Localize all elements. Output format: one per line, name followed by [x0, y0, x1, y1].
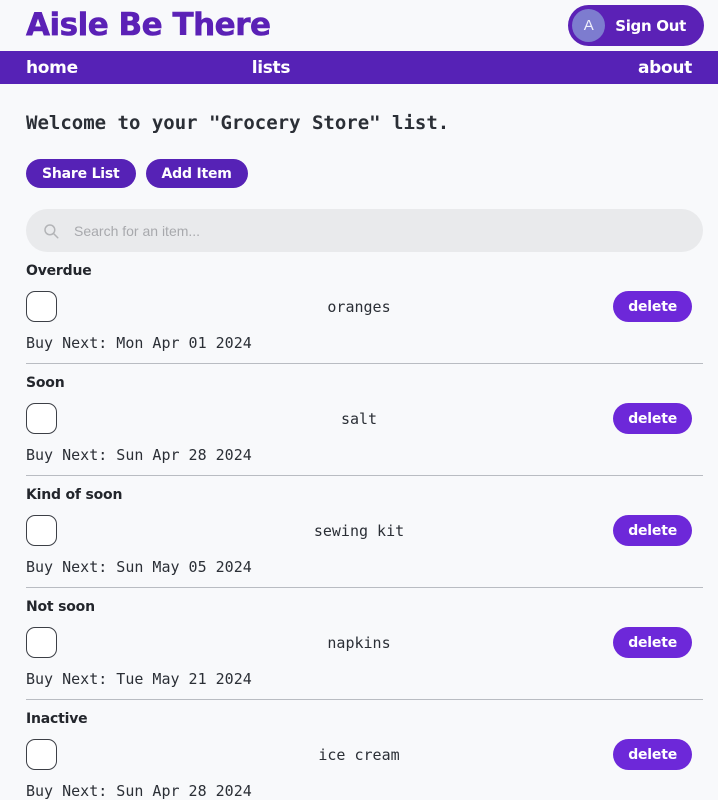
item-name: ice cream [318, 745, 400, 764]
buy-next-date: Buy Next: Tue May 21 2024 [26, 670, 252, 688]
nav-item-home[interactable]: home [26, 58, 78, 78]
action-button-row: Share List Add Item [26, 159, 692, 188]
group-label: Not soon [26, 599, 95, 615]
item-checkbox[interactable] [26, 739, 57, 770]
header-actions: A Sign Out [568, 5, 704, 46]
item-group: Kind of soon sewing kit delete Buy Next: Su… [26, 476, 703, 588]
group-label: Soon [26, 375, 65, 391]
delete-button[interactable]: delete [613, 403, 692, 434]
nav-item-about[interactable]: about [638, 58, 692, 78]
group-label: Inactive [26, 711, 88, 727]
item-group: Soon salt delete Buy Next: Sun Apr 28 2024 [26, 364, 703, 476]
buy-next-date: Buy Next: Sun Apr 28 2024 [26, 446, 252, 464]
search-input[interactable] [72, 221, 687, 240]
item-group: Not soon napkins delete Buy Next: Tue May 2… [26, 588, 703, 700]
search-icon [44, 223, 59, 238]
share-list-button[interactable]: Share List [26, 159, 136, 188]
list-item: oranges delete [26, 285, 692, 328]
buy-next-date: Buy Next: Mon Apr 01 2024 [26, 334, 252, 352]
group-label: Kind of soon [26, 487, 123, 503]
list-item: salt delete [26, 397, 692, 440]
delete-button[interactable]: delete [613, 291, 692, 322]
item-group: Inactive ice cream delete Buy Next: Sun Apr… [26, 700, 692, 800]
delete-button[interactable]: delete [613, 739, 692, 770]
item-groups: Overdue oranges delete Buy Next: Mon Apr 01… [26, 252, 703, 800]
item-checkbox[interactable] [26, 515, 57, 546]
list-item: ice cream delete [26, 733, 692, 776]
item-checkbox[interactable] [26, 627, 57, 658]
search-bar[interactable] [26, 209, 703, 252]
delete-button[interactable]: delete [613, 515, 692, 546]
item-checkbox[interactable] [26, 403, 57, 434]
main-content: Welcome to your "Grocery Store" list. Sh… [0, 112, 718, 800]
avatar: A [572, 9, 606, 42]
sign-out-label: Sign Out [615, 16, 686, 35]
list-item: sewing kit delete [26, 509, 692, 552]
sign-out-button[interactable]: A Sign Out [568, 5, 704, 46]
item-name: salt [340, 409, 378, 428]
item-name: oranges [327, 297, 391, 316]
app-logo: Aisle Be There [26, 7, 272, 43]
nav-item-lists[interactable]: lists [252, 58, 291, 78]
main-navigation: home lists about [0, 51, 718, 84]
page-title: Welcome to your "Grocery Store" list. [26, 112, 450, 134]
buy-next-date: Buy Next: Sun Apr 28 2024 [26, 782, 252, 800]
add-item-button[interactable]: Add Item [145, 159, 248, 188]
group-label: Overdue [26, 263, 92, 279]
app-header: Aisle Be There A Sign Out [0, 0, 718, 51]
delete-button[interactable]: delete [613, 627, 692, 658]
item-name: sewing kit [313, 521, 405, 540]
item-group: Overdue oranges delete Buy Next: Mon Apr 01… [26, 252, 703, 364]
list-item: napkins delete [26, 621, 692, 664]
item-checkbox[interactable] [26, 291, 57, 322]
item-name: napkins [327, 633, 391, 652]
buy-next-date: Buy Next: Sun May 05 2024 [26, 558, 252, 576]
